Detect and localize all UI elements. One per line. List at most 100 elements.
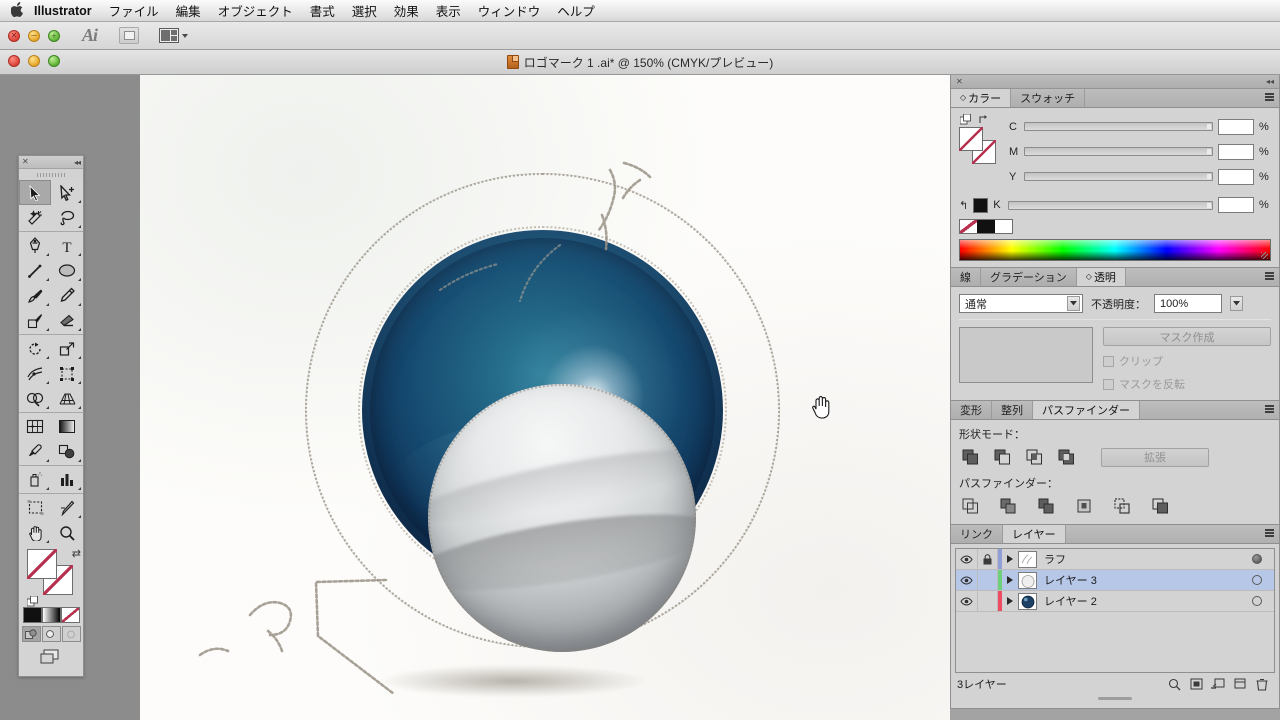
invert-mask-checkbox[interactable]	[1103, 378, 1114, 390]
color-ramp-toggle-icon[interactable]: ↰	[959, 199, 968, 212]
scale-tool[interactable]	[51, 336, 83, 361]
panel-resize-handle[interactable]	[951, 695, 1279, 702]
minus-front-icon[interactable]	[991, 447, 1013, 467]
quick-swatch-none[interactable]	[960, 220, 978, 233]
menu-item-file[interactable]: ファイル	[107, 1, 161, 20]
menu-item-window[interactable]: ウィンドウ	[476, 1, 543, 20]
zoom-button[interactable]	[48, 29, 60, 42]
arrange-documents-icon[interactable]	[159, 28, 189, 43]
line-segment-tool[interactable]	[19, 258, 51, 283]
layer-visibility-toggle[interactable]	[956, 549, 978, 569]
menu-item-object[interactable]: オブジェクト	[216, 1, 295, 20]
change-screen-mode-icon[interactable]	[39, 649, 63, 670]
pencil-tool[interactable]	[51, 283, 83, 308]
invert-mask-checkbox-row[interactable]: マスクを反転	[1103, 376, 1271, 392]
layer-expand-arrow[interactable]	[1002, 576, 1018, 584]
slider-input-y[interactable]	[1218, 168, 1254, 185]
tab-transparency[interactable]: ◇ 透明	[1076, 268, 1126, 286]
layer-target-indicator[interactable]	[1240, 554, 1274, 564]
lasso-tool[interactable]	[51, 205, 83, 230]
artboard-tool[interactable]	[19, 495, 51, 520]
slider-input-k[interactable]	[1218, 197, 1254, 213]
tab-align[interactable]: 整列	[992, 401, 1033, 419]
panel-resize-grip[interactable]	[1261, 252, 1268, 259]
dock-collapse-icon[interactable]: ◂◂	[1266, 77, 1274, 86]
color-fill-swatch[interactable]	[959, 127, 983, 151]
quick-swatch-black[interactable]	[977, 220, 995, 233]
menu-item-effect[interactable]: 効果	[392, 1, 421, 20]
slider-track-y[interactable]	[1024, 172, 1213, 181]
tab-swatches[interactable]: スウォッチ	[1011, 89, 1086, 107]
make-clipping-mask-icon[interactable]	[1185, 678, 1207, 690]
fill-swatch-none[interactable]	[27, 549, 57, 579]
layer-target-indicator[interactable]	[1240, 575, 1274, 585]
color-spectrum-bar[interactable]	[959, 239, 1271, 261]
menu-app-name[interactable]: Illustrator	[32, 4, 94, 18]
blend-tool[interactable]	[51, 439, 83, 464]
direct-selection-tool[interactable]	[51, 180, 83, 205]
layer-name[interactable]: レイヤー 3	[1037, 572, 1240, 588]
layer-name[interactable]: ラフ	[1037, 551, 1240, 567]
none-button[interactable]	[60, 607, 80, 623]
symbol-sprayer-tool[interactable]	[19, 467, 51, 492]
magic-wand-tool[interactable]	[19, 205, 51, 230]
menu-item-view[interactable]: 表示	[434, 1, 463, 20]
divide-icon[interactable]	[959, 496, 981, 516]
tab-stroke[interactable]: 線	[951, 268, 981, 286]
minus-back-icon[interactable]	[1149, 496, 1171, 516]
expand-button[interactable]: 拡張	[1101, 447, 1209, 467]
tab-links[interactable]: リンク	[951, 525, 1003, 543]
pen-tool[interactable]	[19, 233, 51, 258]
swap-fill-stroke-icon[interactable]: ⇄	[72, 547, 81, 560]
tab-pathfinder[interactable]: パスファインダー	[1033, 401, 1140, 419]
quick-swatch-white[interactable]	[994, 220, 1012, 233]
color-button[interactable]	[22, 607, 42, 623]
create-sublayer-icon[interactable]	[1207, 678, 1229, 690]
clip-checkbox-row[interactable]: クリップ	[1103, 353, 1271, 369]
slice-tool[interactable]	[51, 495, 83, 520]
layer-lock-toggle[interactable]	[978, 570, 998, 590]
clip-checkbox[interactable]	[1103, 355, 1114, 367]
chevron-down-icon[interactable]	[1067, 296, 1080, 311]
black-swatch[interactable]	[973, 197, 989, 213]
menu-item-help[interactable]: ヘルプ	[555, 1, 597, 20]
layer-lock-toggle[interactable]	[978, 591, 998, 611]
slider-track-c[interactable]	[1024, 122, 1213, 131]
slider-track-k[interactable]	[1008, 200, 1213, 210]
exclude-icon[interactable]	[1055, 447, 1077, 467]
create-new-layer-icon[interactable]	[1229, 678, 1251, 690]
tools-panel-grip[interactable]	[19, 169, 83, 180]
gradient-tool[interactable]	[51, 414, 83, 439]
slider-track-m[interactable]	[1024, 147, 1213, 156]
eraser-tool[interactable]	[51, 308, 83, 333]
layer-name[interactable]: レイヤー 2	[1037, 593, 1240, 609]
artboard-canvas[interactable]	[140, 75, 950, 720]
default-fill-stroke-icon[interactable]	[26, 594, 38, 607]
crop-icon[interactable]	[1073, 496, 1095, 516]
column-graph-tool[interactable]	[51, 467, 83, 492]
mask-thumbnail[interactable]	[959, 327, 1093, 383]
apple-logo-icon[interactable]	[8, 1, 26, 20]
minimize-button[interactable]	[28, 29, 40, 42]
doc-close-button[interactable]	[8, 55, 20, 67]
selection-tool[interactable]	[19, 180, 51, 205]
layer-visibility-toggle[interactable]	[956, 591, 978, 611]
zoom-tool[interactable]	[51, 520, 83, 545]
blob-brush-tool[interactable]	[19, 308, 51, 333]
tab-color[interactable]: ◇ カラー	[951, 89, 1012, 107]
layer-row-layer2[interactable]: レイヤー 2	[956, 591, 1274, 612]
ellipse-tool[interactable]	[51, 258, 83, 283]
perspective-grid-tool[interactable]	[51, 386, 83, 411]
delete-selection-icon[interactable]	[1251, 678, 1273, 691]
locate-object-icon[interactable]	[1163, 678, 1185, 691]
shape-builder-tool[interactable]	[19, 386, 51, 411]
layer-expand-arrow[interactable]	[1002, 555, 1018, 563]
close-button[interactable]	[8, 29, 20, 42]
doc-minimize-button[interactable]	[28, 55, 40, 67]
layer-expand-arrow[interactable]	[1002, 597, 1018, 605]
layer-lock-toggle[interactable]	[978, 549, 998, 569]
transparency-panel-menu-icon[interactable]	[1265, 272, 1274, 280]
menu-item-edit[interactable]: 編集	[174, 1, 203, 20]
type-tool[interactable]: T	[51, 233, 83, 258]
opacity-stepper-icon[interactable]	[1230, 296, 1243, 311]
